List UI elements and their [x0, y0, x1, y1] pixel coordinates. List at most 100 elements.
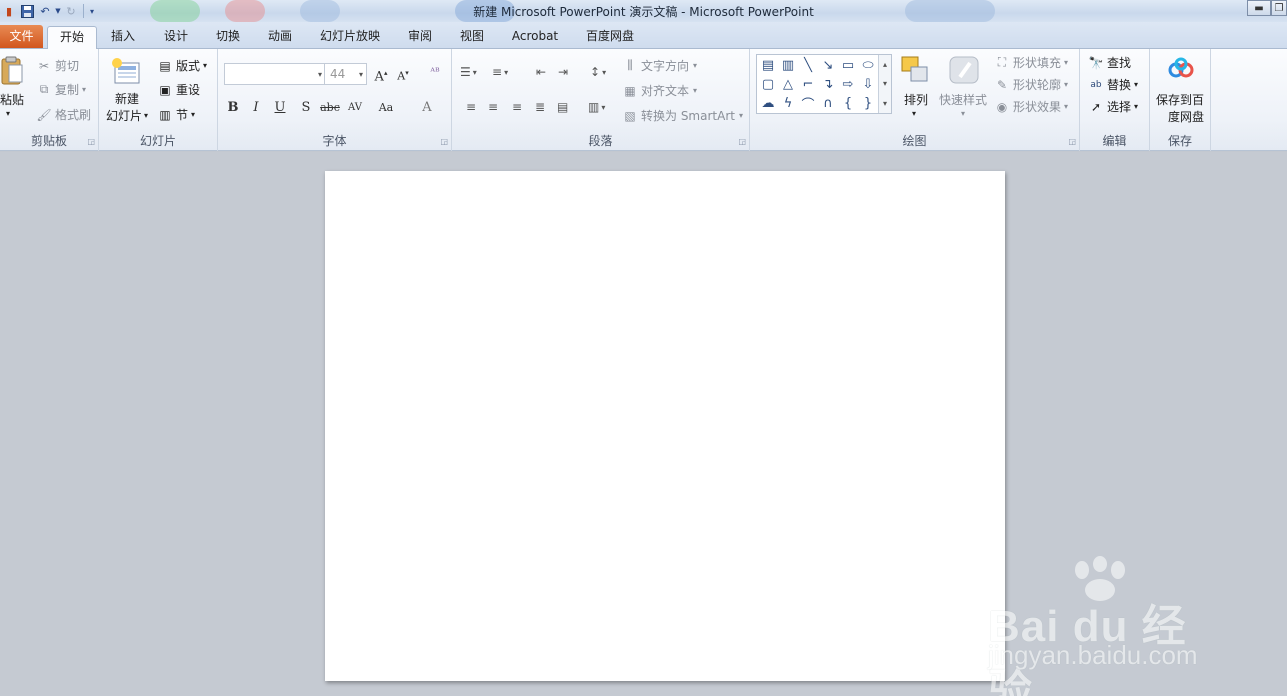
font-color-button[interactable]: A: [418, 99, 436, 117]
restore-button[interactable]: ❐: [1271, 0, 1287, 16]
reset-button[interactable]: ▣ 重设: [157, 81, 200, 98]
shape-fill-button[interactable]: ⛶ 形状填充 ▾: [994, 54, 1068, 71]
replace-button[interactable]: ab 替换 ▾: [1088, 76, 1138, 93]
curve-shape-icon[interactable]: ∩: [820, 95, 836, 111]
right-arrow-shape-icon[interactable]: ⇨: [840, 76, 856, 92]
down-arrow-shape-icon[interactable]: ⇩: [860, 76, 876, 92]
quick-styles-dropdown-icon[interactable]: ▾: [961, 109, 965, 118]
tab-baidu-netdisk[interactable]: 百度网盘: [578, 26, 642, 49]
tab-animations[interactable]: 动画: [258, 26, 302, 49]
save-baidu-label-2[interactable]: 度网盘: [1168, 108, 1204, 125]
increase-indent-icon[interactable]: ⇥: [558, 65, 568, 79]
new-slide-button[interactable]: 幻灯片 ▾: [106, 107, 148, 124]
lightning-shape-icon[interactable]: ϟ: [780, 95, 796, 111]
tab-acrobat[interactable]: Acrobat: [503, 26, 567, 49]
elbow-connector-shape-icon[interactable]: ⌐: [800, 76, 816, 92]
copy-button[interactable]: ⧉ 复制 ▾: [36, 81, 86, 98]
select-button[interactable]: ➚ 选择 ▾: [1088, 98, 1138, 115]
new-slide-label-1[interactable]: 新建: [115, 90, 139, 107]
tab-design[interactable]: 设计: [154, 26, 198, 49]
oval-shape-icon[interactable]: ⬭: [860, 57, 876, 73]
tab-file[interactable]: 文件: [0, 25, 43, 48]
italic-button[interactable]: I: [247, 99, 265, 117]
vertical-textbox-shape-icon[interactable]: ▥: [780, 57, 796, 73]
change-case-button[interactable]: Aa: [375, 99, 397, 117]
tab-view[interactable]: 视图: [450, 26, 494, 49]
grow-font-icon[interactable]: A▴: [372, 64, 390, 84]
dialog-launcher-icon[interactable]: ◲: [440, 137, 448, 146]
shape-effects-button[interactable]: ◉ 形状效果 ▾: [994, 98, 1068, 115]
freeform-shape-icon[interactable]: ☁: [760, 95, 776, 111]
slide-canvas[interactable]: [325, 171, 1005, 681]
paste-dropdown-icon[interactable]: ▾: [6, 109, 10, 118]
decrease-indent-icon[interactable]: ⇤: [536, 65, 546, 79]
dialog-launcher-icon[interactable]: ◲: [738, 137, 746, 146]
elbow-arrow-shape-icon[interactable]: ↴: [820, 76, 836, 92]
minimize-button[interactable]: ▬: [1247, 0, 1271, 16]
columns-icon[interactable]: ▥ ▾: [588, 100, 605, 114]
line-shape-icon[interactable]: ╲: [800, 57, 816, 73]
scroll-up-icon[interactable]: ▴: [883, 60, 887, 69]
justify-icon[interactable]: ≣: [535, 100, 545, 114]
rectangle-shape-icon[interactable]: ▭: [840, 57, 856, 73]
shapes-gallery-scrollbar[interactable]: ▴ ▾ ▾: [878, 55, 891, 113]
paste-button[interactable]: 粘贴: [0, 91, 24, 108]
align-text-button[interactable]: ▦ 对齐文本 ▾: [622, 82, 697, 99]
line-spacing-icon[interactable]: ↕ ▾: [590, 65, 606, 79]
dialog-launcher-icon[interactable]: ◲: [87, 137, 95, 146]
tab-insert[interactable]: 插入: [101, 26, 145, 49]
quick-styles-button[interactable]: 快速样式: [939, 91, 987, 108]
arrange-dropdown-icon[interactable]: ▾: [912, 109, 916, 118]
gallery-more-icon[interactable]: ▾: [883, 99, 887, 108]
align-center-icon[interactable]: ≡: [488, 100, 498, 114]
clear-formatting-icon[interactable]: ᴬᴮ: [426, 64, 444, 82]
underline-button[interactable]: U: [271, 99, 289, 117]
font-name-dropdown[interactable]: ▾: [224, 63, 326, 85]
bold-button[interactable]: B: [224, 99, 242, 117]
triangle-shape-icon[interactable]: △: [780, 76, 796, 92]
new-slide-icon[interactable]: [111, 56, 141, 86]
align-text-dropdown-icon: ▾: [693, 86, 698, 95]
tab-slideshow[interactable]: 幻灯片放映: [313, 26, 387, 49]
align-left-icon[interactable]: ≡: [466, 100, 476, 114]
tab-home[interactable]: 开始: [47, 26, 97, 50]
find-button[interactable]: 🔭 查找: [1088, 54, 1132, 71]
tab-transitions[interactable]: 切换: [206, 26, 250, 49]
save-baidu-label-1[interactable]: 保存到百: [1156, 91, 1204, 108]
align-right-icon[interactable]: ≡: [512, 100, 522, 114]
tab-review[interactable]: 审阅: [398, 26, 442, 49]
arrange-button[interactable]: 排列: [904, 91, 928, 108]
layout-button[interactable]: ▤ 版式 ▾: [157, 57, 207, 74]
arc-shape-icon[interactable]: ⌒: [800, 95, 816, 113]
convert-smartart-button[interactable]: ▧ 转换为 SmartArt ▾: [622, 107, 743, 124]
cut-button[interactable]: ✂ 剪切: [36, 57, 79, 74]
right-brace-shape-icon[interactable]: }: [860, 95, 876, 111]
scroll-down-icon[interactable]: ▾: [883, 79, 887, 88]
strikethrough-button[interactable]: abc: [318, 99, 342, 117]
textbox-shape-icon[interactable]: ▤: [760, 57, 776, 73]
quick-styles-icon[interactable]: [947, 54, 981, 86]
text-direction-button[interactable]: ⫼ 文字方向 ▾: [622, 57, 697, 74]
bullets-icon[interactable]: ☰ ▾: [460, 65, 477, 79]
baidu-netdisk-icon[interactable]: [1166, 55, 1196, 83]
distributed-icon[interactable]: ▤: [557, 100, 568, 114]
section-button[interactable]: ▥ 节 ▾: [157, 106, 195, 123]
rounded-rect-shape-icon[interactable]: ▢: [760, 76, 776, 92]
shrink-font-icon[interactable]: A▾: [394, 64, 412, 83]
dialog-launcher-icon[interactable]: ◲: [1068, 137, 1076, 146]
left-brace-shape-icon[interactable]: {: [840, 95, 856, 111]
shape-fill-dropdown-icon: ▾: [1064, 58, 1069, 67]
arrow-line-shape-icon[interactable]: ↘: [820, 57, 836, 73]
format-painter-button[interactable]: 🖌 格式刷: [36, 106, 91, 123]
convert-smartart-label: 转换为 SmartArt: [641, 109, 735, 123]
shape-outline-button[interactable]: ✎ 形状轮廓 ▾: [994, 76, 1068, 93]
reset-label: 重设: [176, 83, 201, 97]
shape-effects-label: 形状效果: [1013, 100, 1062, 114]
arrange-icon[interactable]: [898, 54, 932, 86]
character-spacing-button[interactable]: AV: [345, 99, 365, 117]
numbering-icon[interactable]: ≡ ▾: [492, 65, 508, 79]
paste-icon[interactable]: [0, 55, 24, 87]
font-size-dropdown[interactable]: 44 ▾: [324, 63, 367, 85]
shapes-gallery[interactable]: ▤ ▥ ╲ ↘ ▭ ⬭ ▢ △ ⌐ ↴ ⇨ ⇩ ☁ ϟ ⌒ ∩ { } ▴ ▾ …: [756, 54, 892, 114]
text-shadow-button[interactable]: S: [297, 99, 315, 117]
